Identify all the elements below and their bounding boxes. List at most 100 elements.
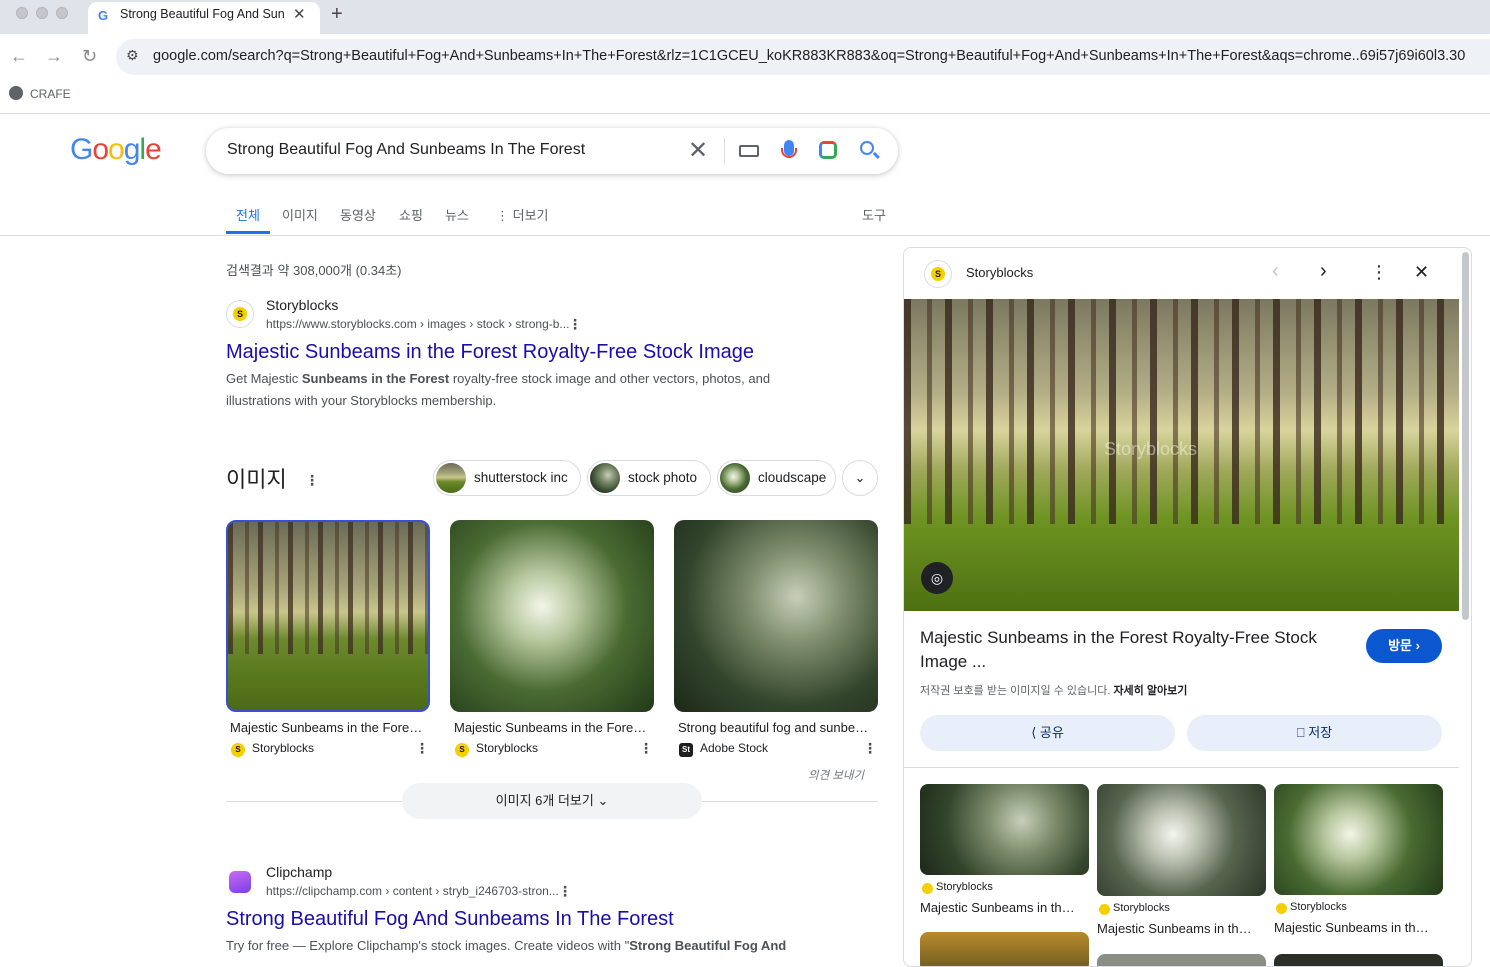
tab-images[interactable]: 이미지 xyxy=(282,205,318,224)
tab-close-icon[interactable]: ✕ xyxy=(293,5,306,23)
divider xyxy=(904,767,1459,768)
image-caption[interactable]: Majestic Sunbeams in the Fore… xyxy=(454,720,650,735)
forward-button[interactable]: → xyxy=(45,46,63,67)
bookmarks-bar: CRAFE xyxy=(0,80,1490,114)
share-button[interactable]: ⟨ 공유 xyxy=(920,715,1175,751)
adobe-stock-icon: St xyxy=(679,743,693,757)
lens-icon[interactable] xyxy=(819,141,837,159)
image-result[interactable] xyxy=(450,520,654,712)
chip-label: cloudscape xyxy=(758,470,827,485)
site-settings-icon[interactable]: ⚙ xyxy=(126,47,139,64)
search-box[interactable]: Strong Beautiful Fog And Sunbeams In The… xyxy=(206,128,898,174)
window-minimize-dot[interactable] xyxy=(36,7,48,19)
watermark: Storyblocks xyxy=(1104,439,1198,459)
storyblocks-icon xyxy=(922,883,933,894)
more-options-icon[interactable]: ⋮ xyxy=(415,740,429,757)
more-images-button[interactable]: 이미지 6개 더보기 ⌄ xyxy=(402,783,702,819)
storyblocks-favicon-icon: S xyxy=(924,260,952,288)
image-caption[interactable]: Strong beautiful fog and sunbe… xyxy=(678,720,874,735)
learn-more-link[interactable]: 자세히 알아보기 xyxy=(1113,685,1187,697)
related-source: Storyblocks xyxy=(1113,902,1170,914)
address-url[interactable]: google.com/search?q=Strong+Beautiful+Fog… xyxy=(153,48,1465,64)
storyblocks-icon: S xyxy=(455,743,469,757)
related-caption[interactable]: Majestic Sunbeams in th… xyxy=(1097,921,1252,936)
back-button[interactable]: ← xyxy=(10,46,28,67)
logo-letter: e xyxy=(145,133,162,166)
related-source: Storyblocks xyxy=(936,881,993,893)
tab-shopping[interactable]: 쇼핑 xyxy=(399,205,423,224)
result-snippet: Get Majestic Sunbeams in the Forest roya… xyxy=(226,371,771,408)
more-options-icon[interactable]: ⋮ xyxy=(863,740,877,757)
window-zoom-dot[interactable] xyxy=(56,7,68,19)
copyright-notice: 저작권 보호를 받는 이미지일 수 있습니다. 자세히 알아보기 xyxy=(920,685,1188,697)
related-image[interactable] xyxy=(920,932,1089,966)
bookmark-item[interactable]: CRAFE xyxy=(30,87,71,101)
tab-all[interactable]: 전체 xyxy=(236,205,260,224)
active-tab-indicator xyxy=(226,231,270,234)
image-result[interactable] xyxy=(674,520,878,712)
chip-stock-photo[interactable]: stock photo xyxy=(587,460,711,496)
window-close-dot[interactable] xyxy=(16,7,28,19)
image-preview-panel: S Storyblocks ‹ › ⋮ ✕ Storyblocks ◎ Maje… xyxy=(903,247,1472,967)
storyblocks-icon xyxy=(1099,904,1110,915)
globe-icon xyxy=(9,86,23,100)
storyblocks-icon: S xyxy=(231,743,245,757)
feedback-link[interactable]: 의견 보내기 xyxy=(808,767,864,783)
chips-expand-button[interactable]: ⌄ xyxy=(842,460,878,496)
result-site-name[interactable]: Storyblocks xyxy=(266,297,338,313)
related-image[interactable] xyxy=(1274,784,1443,895)
search-input[interactable]: Strong Beautiful Fog And Sunbeams In The… xyxy=(227,141,585,159)
chip-thumbnail xyxy=(436,463,466,493)
image-result[interactable] xyxy=(226,520,430,712)
browser-toolbar: ← → ↻ ⚙ google.com/search?q=Strong+Beaut… xyxy=(0,34,1490,80)
result-url[interactable]: https://www.storyblocks.com › images › s… xyxy=(266,317,569,331)
related-caption[interactable]: Majestic Sunbeams in th… xyxy=(920,900,1075,915)
related-caption[interactable]: Majestic Sunbeams in th… xyxy=(1274,920,1429,935)
logo-letter: o xyxy=(108,133,125,166)
reload-button[interactable]: ↻ xyxy=(82,46,97,67)
storyblocks-icon xyxy=(1276,903,1287,914)
clear-icon[interactable]: ✕ xyxy=(688,136,708,165)
chip-thumbnail xyxy=(590,463,620,493)
result-site-name[interactable]: Clipchamp xyxy=(266,864,332,880)
more-options-icon[interactable]: ⋮ xyxy=(558,883,572,900)
new-tab-button[interactable]: + xyxy=(331,3,343,26)
result-url[interactable]: https://clipchamp.com › content › stryb_… xyxy=(266,884,559,898)
panel-site-name[interactable]: Storyblocks xyxy=(966,265,1033,280)
related-image[interactable] xyxy=(920,784,1089,875)
image-source: Storyblocks xyxy=(476,741,539,755)
more-options-icon[interactable]: ⋮ xyxy=(1370,262,1388,283)
result-title-link[interactable]: Majestic Sunbeams in the Forest Royalty-… xyxy=(226,341,754,364)
result-title-link[interactable]: Strong Beautiful Fog And Sunbeams In The… xyxy=(226,908,674,931)
google-logo[interactable]: Google xyxy=(70,133,162,167)
more-options-icon[interactable]: ⋮ xyxy=(305,472,319,489)
preview-image[interactable]: Storyblocks ◎ xyxy=(904,299,1459,611)
more-options-icon[interactable]: ⋮ xyxy=(568,316,582,333)
tools-button[interactable]: 도구 xyxy=(862,205,886,224)
chip-shutterstock[interactable]: shutterstock inc xyxy=(433,460,581,496)
save-button[interactable]: ⎕ 저장 xyxy=(1187,715,1442,751)
close-icon[interactable]: ✕ xyxy=(1414,262,1429,283)
prev-icon[interactable]: ‹ xyxy=(1272,260,1279,283)
tab-videos[interactable]: 동영상 xyxy=(340,205,376,224)
tab-more[interactable]: ⋮ 더보기 xyxy=(496,205,549,224)
related-image[interactable] xyxy=(1097,784,1266,896)
keyboard-icon[interactable] xyxy=(739,145,759,157)
search-icon[interactable] xyxy=(860,141,874,155)
more-options-icon[interactable]: ⋮ xyxy=(639,740,653,757)
related-image[interactable] xyxy=(1097,954,1266,966)
related-image[interactable] xyxy=(1274,954,1443,966)
panel-title[interactable]: Majestic Sunbeams in the Forest Royalty-… xyxy=(920,626,1340,674)
next-icon[interactable]: › xyxy=(1320,260,1327,283)
tab-news[interactable]: 뉴스 xyxy=(445,205,469,224)
address-bar[interactable]: ⚙ google.com/search?q=Strong+Beautiful+F… xyxy=(116,39,1490,75)
chip-cloudscape[interactable]: cloudscape xyxy=(717,460,836,496)
visit-button[interactable]: 방문 › xyxy=(1366,629,1442,663)
panel-scrollbar[interactable] xyxy=(1462,252,1469,620)
image-caption[interactable]: Majestic Sunbeams in the Fore… xyxy=(230,720,426,735)
related-source: Storyblocks xyxy=(1290,901,1347,913)
chip-label: stock photo xyxy=(628,470,698,485)
browser-tab[interactable]: G Strong Beautiful Fog And Sun ✕ xyxy=(88,2,320,34)
divider xyxy=(0,235,1490,236)
lens-search-icon[interactable]: ◎ xyxy=(921,562,953,594)
